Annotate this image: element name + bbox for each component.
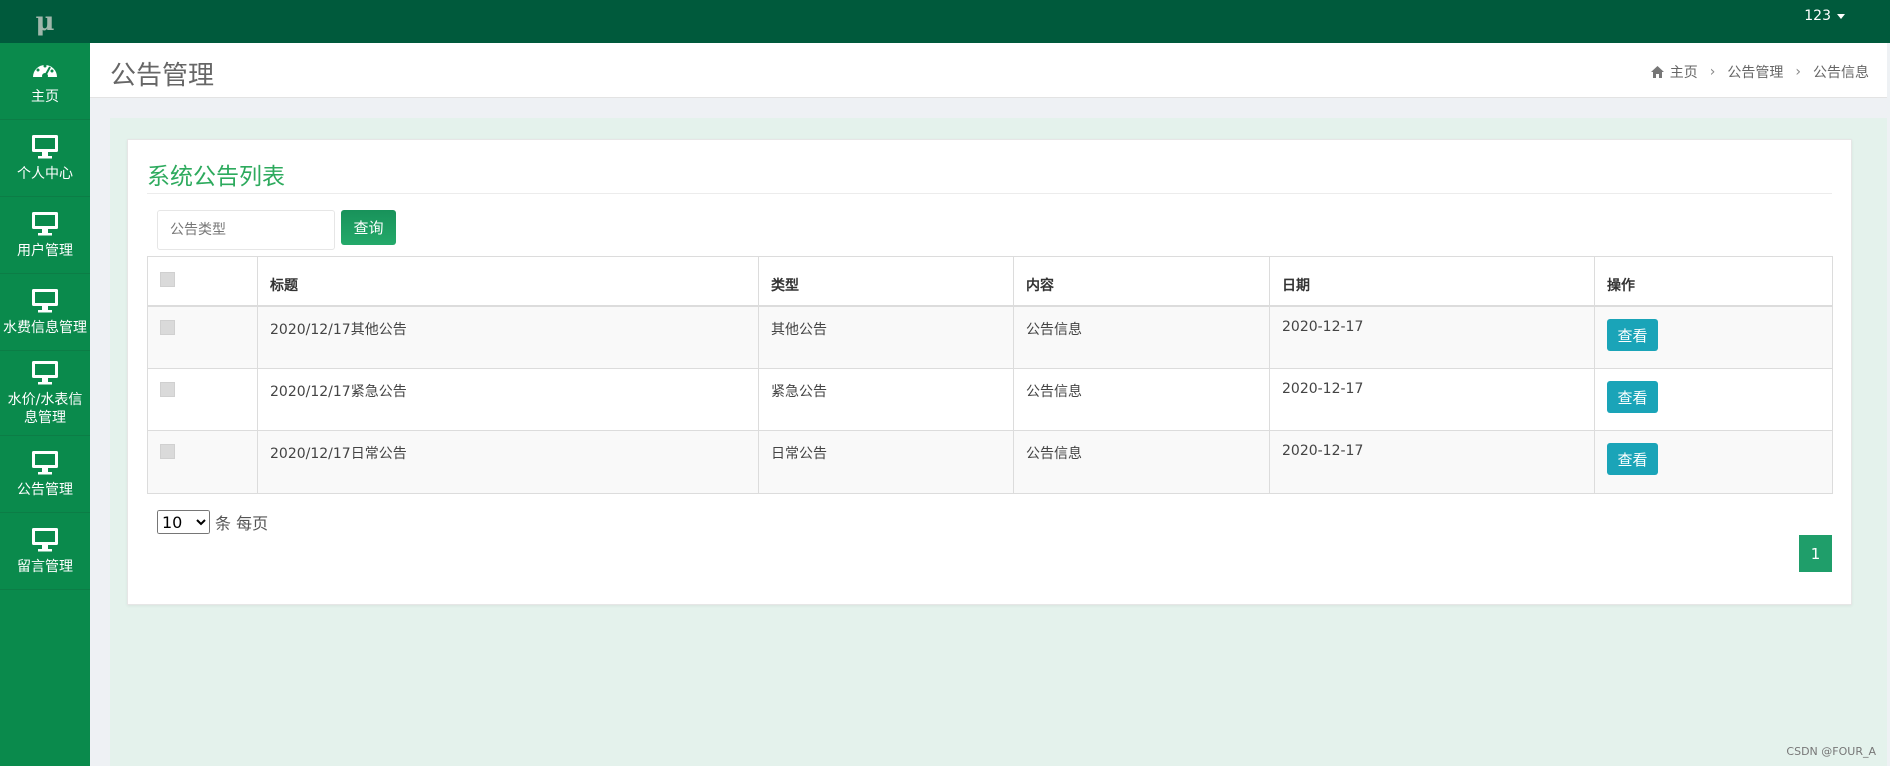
view-button[interactable]: 查看 <box>1607 443 1658 475</box>
table-row: 2020/12/17日常公告 日常公告 公告信息 2020-12-17 查看 <box>148 431 1832 493</box>
view-button[interactable]: 查看 <box>1607 319 1658 351</box>
page-number-button[interactable]: 1 <box>1799 535 1832 572</box>
cell-date: 2020-12-17 <box>1270 369 1595 430</box>
monitor-icon <box>32 288 58 312</box>
view-button[interactable]: 查看 <box>1607 381 1658 413</box>
row-checkbox[interactable] <box>160 382 175 397</box>
sidebar-item-water-price[interactable]: 水价/水表信息管理 <box>0 351 90 436</box>
sidebar-item-label: 公告管理 <box>17 481 73 498</box>
row-select-cell <box>148 369 258 430</box>
column-header-actions: 操作 <box>1607 278 1635 294</box>
sidebar-item-label: 个人中心 <box>17 165 73 182</box>
announcement-table: 标题 类型 内容 日期 操作 2020/12/17其他公告 其他公告 公告信息 … <box>147 256 1833 494</box>
sidebar-item-label: 用户管理 <box>17 242 73 259</box>
sidebar-item-water-fee[interactable]: 水费信息管理 <box>0 274 90 351</box>
column-header-type: 类型 <box>759 257 1014 305</box>
column-header-content: 内容 <box>1014 257 1270 305</box>
user-menu[interactable]: 123 <box>1804 8 1845 24</box>
page-title: 公告管理 <box>110 61 215 91</box>
chevron-right-icon: › <box>1795 64 1801 80</box>
logo-mark: μ <box>35 6 55 37</box>
cell-date: 2020-12-17 <box>1270 307 1595 368</box>
breadcrumb: 主页 › 公告管理 › 公告信息 <box>1650 62 1869 82</box>
cell-title: 2020/12/17紧急公告 <box>258 369 759 430</box>
monitor-icon <box>32 360 58 384</box>
page-size-label: 条 每页 <box>215 514 269 533</box>
search-button[interactable]: 查询 <box>341 210 396 245</box>
page-size-control: 10 条 每页 <box>157 510 268 534</box>
breadcrumb-home[interactable]: 主页 <box>1670 62 1698 82</box>
header-select-cell <box>148 257 258 305</box>
top-bar: 123 <box>90 0 1890 43</box>
watermark: CSDN @FOUR_A <box>1786 745 1876 758</box>
sidebar-item-messages[interactable]: 留言管理 <box>0 513 90 590</box>
sidebar-item-label: 水费信息管理 <box>3 319 87 336</box>
page-size-select[interactable]: 10 <box>157 510 210 534</box>
cell-date: 2020-12-17 <box>1270 431 1595 493</box>
page-header: 公告管理 主页 › 公告管理 › 公告信息 <box>90 43 1887 98</box>
sidebar-item-profile[interactable]: 个人中心 <box>0 120 90 197</box>
cell-type: 其他公告 <box>759 307 1014 368</box>
announcement-list-panel: 系统公告列表 查询 标题 类型 内容 日期 操作 2020/12/17其他公告 … <box>127 139 1852 605</box>
cell-actions: 查看 <box>1595 431 1832 493</box>
divider <box>147 193 1832 194</box>
select-all-checkbox[interactable] <box>160 272 175 287</box>
breadcrumb-announcements[interactable]: 公告管理 <box>1727 62 1783 82</box>
row-checkbox[interactable] <box>160 444 175 459</box>
row-select-cell <box>148 431 258 493</box>
cell-content: 公告信息 <box>1014 307 1270 368</box>
logo[interactable]: μ <box>0 0 90 43</box>
sidebar-item-label: 水价/水表信息管理 <box>7 391 83 426</box>
cell-actions: 查看 <box>1595 307 1832 368</box>
cell-type: 紧急公告 <box>759 369 1014 430</box>
column-header-title: 标题 <box>258 257 759 305</box>
monitor-icon <box>32 527 58 551</box>
monitor-icon <box>32 211 58 235</box>
column-header-date: 日期 <box>1270 257 1595 305</box>
sidebar: μ 主页 个人中心 用户管理 水费信息管理 水价/水表信息管理 公告管理 留言管… <box>0 0 90 766</box>
table-row: 2020/12/17紧急公告 紧急公告 公告信息 2020-12-17 查看 <box>148 369 1832 431</box>
monitor-icon <box>32 450 58 474</box>
sidebar-item-users[interactable]: 用户管理 <box>0 197 90 274</box>
breadcrumb-current: 公告信息 <box>1813 65 1869 81</box>
sidebar-item-home[interactable]: 主页 <box>0 43 90 120</box>
home-icon <box>1650 66 1664 78</box>
sidebar-item-announcements[interactable]: 公告管理 <box>0 436 90 513</box>
sidebar-item-label: 留言管理 <box>17 558 73 575</box>
sidebar-item-label: 主页 <box>31 88 59 105</box>
user-name: 123 <box>1804 8 1831 24</box>
table-row: 2020/12/17其他公告 其他公告 公告信息 2020-12-17 查看 <box>148 307 1832 369</box>
chevron-down-icon <box>1837 13 1845 19</box>
cell-content: 公告信息 <box>1014 431 1270 493</box>
monitor-icon <box>32 134 58 158</box>
cell-title: 2020/12/17日常公告 <box>258 431 759 493</box>
cell-content: 公告信息 <box>1014 369 1270 430</box>
cell-type: 日常公告 <box>759 431 1014 493</box>
panel-title: 系统公告列表 <box>147 164 285 190</box>
chevron-right-icon: › <box>1709 64 1716 80</box>
announcement-type-search-input[interactable] <box>157 210 335 250</box>
table-header-row: 标题 类型 内容 日期 操作 <box>148 257 1832 307</box>
dashboard-icon <box>33 64 57 79</box>
row-select-cell <box>148 307 258 368</box>
row-checkbox[interactable] <box>160 320 175 335</box>
cell-title: 2020/12/17其他公告 <box>258 307 759 368</box>
cell-actions: 查看 <box>1595 369 1832 430</box>
